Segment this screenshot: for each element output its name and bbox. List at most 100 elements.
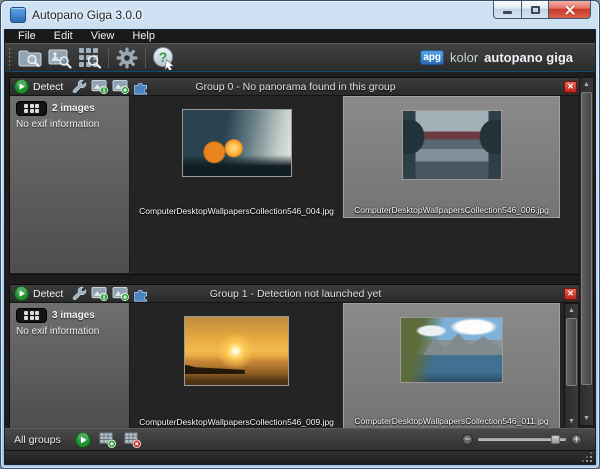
image-count: 3 images [52,310,95,321]
exif-info: No exif information [16,326,123,337]
help-button[interactable]: ? [149,45,179,71]
groups-workspace: Detect Group 0 - No panorama found in th… [5,72,595,428]
toolbar-grip[interactable] [8,47,12,69]
main-scrollbar[interactable] [579,77,594,426]
image-info-icon [91,286,108,301]
image-properties-button[interactable] [91,286,108,301]
menu-help[interactable]: Help [123,30,164,43]
detect-play-button[interactable] [14,286,29,301]
plugin-puzzle-button[interactable] [133,286,149,302]
minimize-icon [503,11,512,14]
detect-all-button[interactable] [75,45,105,71]
remove-group-button[interactable] [124,431,141,448]
play-icon [14,286,29,301]
group-0-header: Detect Group 0 - No panorama found in th… [10,78,581,96]
apg-logo-badge: apg [420,50,444,65]
window-controls [493,1,591,19]
scroll-down-icon[interactable] [580,412,593,425]
app-icon [10,7,26,23]
image-thumbnail[interactable] [402,110,502,180]
status-bar [5,450,595,464]
app-window: Autopano Giga 3.0.0 File Edit View Help [0,0,600,469]
help-icon: ? [152,46,176,70]
detect-all-groups-button[interactable] [75,432,91,448]
group-1-sidebar: 3 images No exif information [10,303,130,429]
toolbar-separator [145,48,146,68]
image-thumbnail[interactable] [182,109,292,177]
zoom-in-button[interactable]: + [571,434,582,445]
toolbar-separator [108,48,109,68]
grid-x-icon [124,431,141,448]
image-properties-button[interactable] [91,79,108,94]
thumbnails-grid-icon[interactable] [16,101,47,116]
detect-label[interactable]: Detect [33,81,63,93]
scrollbar-thumb[interactable] [566,318,577,386]
scroll-down-icon[interactable] [565,415,578,428]
close-group-1-button[interactable] [564,288,577,300]
maximize-button[interactable] [522,1,549,19]
image-thumbnail[interactable] [184,316,289,386]
image-add-icon [112,286,129,301]
scrollbar-thumb[interactable] [581,92,592,385]
group-0-body: 2 images No exif information ComputerDes… [10,96,581,273]
group-panel-1: Detect Group 1 - Detection not launched … [9,284,582,431]
puzzle-icon [133,286,149,302]
group-settings-button[interactable] [71,79,87,95]
window-title: Autopano Giga 3.0.0 [32,8,142,22]
close-icon [564,4,575,15]
wrench-icon [71,286,87,302]
group-0-title: Group 0 - No panorama found in this grou… [195,81,395,93]
bottom-toolbar: All groups − + [5,428,595,450]
play-icon [14,79,29,94]
wrench-icon [71,79,87,95]
zoom-out-button[interactable]: − [462,434,473,445]
scroll-up-icon[interactable] [565,304,578,317]
exif-info: No exif information [16,119,123,130]
brand-kolor-text: kolor [450,50,478,65]
close-button[interactable] [549,1,591,19]
detect-label[interactable]: Detect [33,288,63,300]
detect-play-button[interactable] [14,79,29,94]
open-images-button[interactable] [15,45,45,71]
image-cell[interactable]: ComputerDesktopWallpapersCollection546_0… [130,303,343,429]
grid-search-icon [77,46,103,70]
zoom-slider-thumb[interactable] [551,435,560,444]
resize-grip[interactable] [582,452,592,462]
add-images-button[interactable] [112,79,129,94]
maximize-icon [531,6,540,14]
plugin-puzzle-button[interactable] [133,79,149,95]
minimize-button[interactable] [493,1,522,19]
image-search-icon [47,46,73,70]
group-1-body: 3 images No exif information ComputerDes… [10,303,581,429]
zoom-slider-track[interactable] [478,438,566,441]
play-icon [75,432,91,448]
image-cell-selected[interactable]: ComputerDesktopWallpapersCollection546_0… [343,96,560,218]
group-panel-0: Detect Group 0 - No panorama found in th… [9,77,582,275]
image-cell-selected[interactable]: ComputerDesktopWallpapersCollection546_0… [343,303,560,429]
image-filename: ComputerDesktopWallpapersCollection546_0… [139,206,334,218]
settings-button[interactable] [112,45,142,71]
select-images-button[interactable] [45,45,75,71]
brand-logo: apg kolor autopano giga [420,50,595,65]
thumbnails-grid-icon[interactable] [16,308,47,323]
grid-plus-icon [99,431,116,448]
image-thumbnail[interactable] [400,317,503,383]
menu-edit[interactable]: Edit [45,30,82,43]
image-info-icon [91,79,108,94]
add-group-button[interactable] [99,431,116,448]
gear-icon [115,46,139,70]
group-1-scrollbar[interactable] [564,303,579,429]
image-filename: ComputerDesktopWallpapersCollection546_0… [354,416,548,428]
group-settings-button[interactable] [71,286,87,302]
group-0-images: ComputerDesktopWallpapersCollection546_0… [130,96,581,273]
menu-view[interactable]: View [82,30,124,43]
image-cell[interactable]: ComputerDesktopWallpapersCollection546_0… [130,96,343,218]
close-group-0-button[interactable] [564,81,577,93]
group-0-sidebar: 2 images No exif information [10,96,130,273]
scroll-up-icon[interactable] [580,78,593,91]
group-1-header: Detect Group 1 - Detection not launched … [10,285,581,303]
menu-file[interactable]: File [9,30,45,43]
title-bar[interactable]: Autopano Giga 3.0.0 [1,1,599,29]
main-toolbar: ? apg kolor autopano giga [5,43,595,72]
add-images-button[interactable] [112,286,129,301]
